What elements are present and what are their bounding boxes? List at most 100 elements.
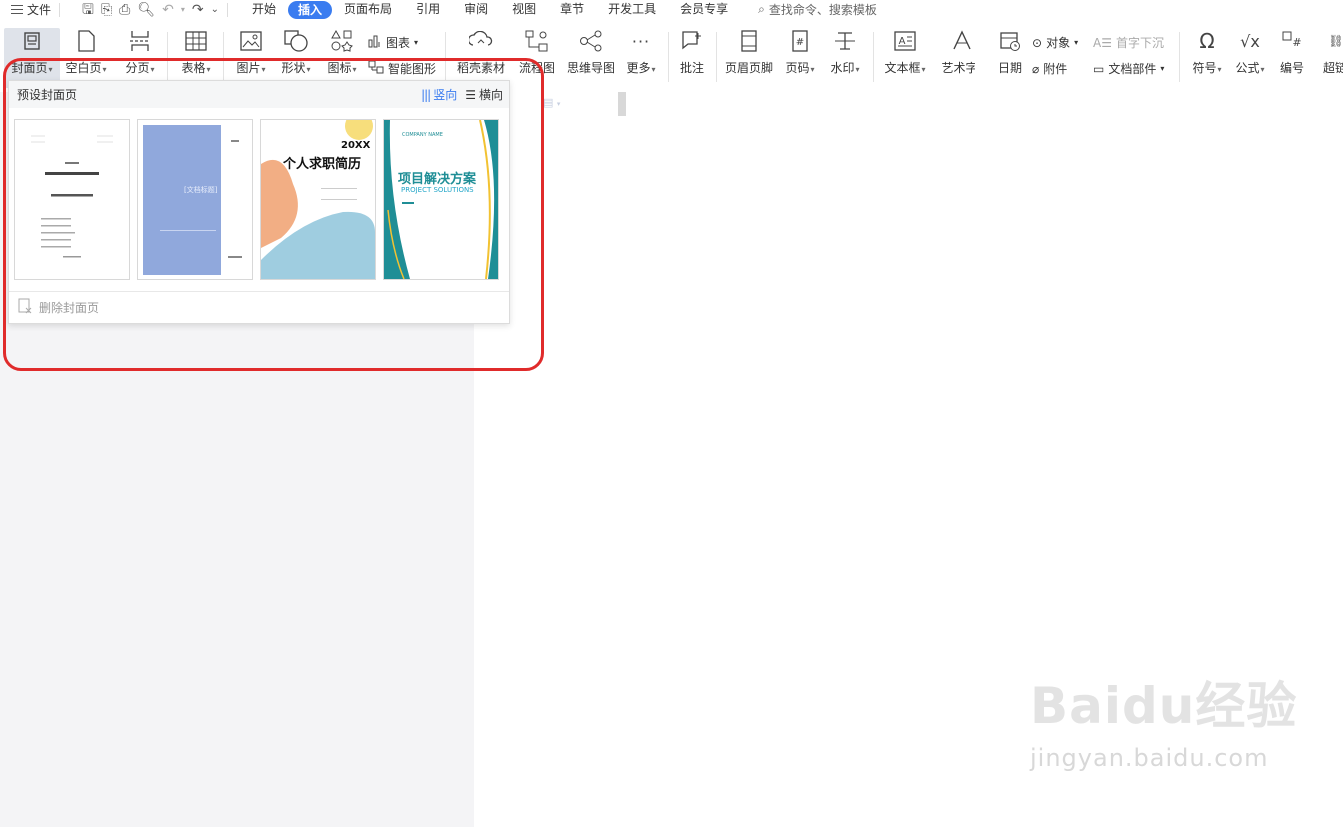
- link-icon: ⛓: [1328, 34, 1343, 48]
- delete-cover-label: 删除封面页: [39, 301, 100, 315]
- shape-label: 形状: [281, 61, 306, 75]
- print-icon[interactable]: ⎙: [119, 3, 130, 17]
- textbox-label: 文本框: [884, 61, 921, 75]
- header-footer-button[interactable]: 页眉页脚: [722, 28, 776, 76]
- document-parts-button[interactable]: ▭ 文档部件 ▾: [1093, 60, 1164, 77]
- numbering-icon: #: [1279, 28, 1305, 54]
- page-margin-marker: [618, 92, 626, 116]
- tab-section[interactable]: 章节: [548, 0, 596, 19]
- date-label: 日期: [997, 61, 1022, 75]
- portrait-option[interactable]: ||| 竖向: [421, 86, 457, 103]
- orientation-switch: ||| 竖向 ☰ 横向: [421, 86, 503, 103]
- daoke-material-button[interactable]: 稻壳素材: [455, 28, 507, 76]
- cover-page-dropdown: 预设封面页 ||| 竖向 ☰ 横向 [文档标题] 20XX 个人求职简历 COM…: [8, 80, 510, 324]
- comment-label: 批注: [679, 61, 704, 75]
- mindmap-label: 思维导图: [566, 61, 615, 75]
- watermark-button[interactable]: 水印▾: [826, 28, 864, 76]
- landscape-label: 横向: [478, 88, 503, 102]
- wordart-label: 艺术字: [941, 61, 978, 75]
- hyperlink-label: 超链: [1323, 61, 1343, 75]
- ribbon-continued: 日期 ⊙ 对象 ▾ ⌀ 附件 A☰ 首字下沉 ▭ 文档部件 ▾ Ω 符号▾ √x 公…: [975, 22, 1343, 92]
- tab-page-layout[interactable]: 页面布局: [332, 0, 404, 19]
- cover-template-project[interactable]: COMPANY NAME 项目解决方案 PROJECT SOLUTIONS: [383, 119, 499, 280]
- mindmap-button[interactable]: 思维导图: [565, 28, 617, 76]
- numbering-label: 编号: [1279, 61, 1304, 75]
- comment-button[interactable]: 批注: [676, 28, 708, 76]
- more-button[interactable]: ··· 更多▾: [623, 28, 659, 76]
- svg-text:#: #: [796, 37, 804, 48]
- numbering-button[interactable]: # 编号: [1277, 28, 1307, 76]
- tab-insert[interactable]: 插入: [288, 0, 333, 19]
- flowchart-button[interactable]: 流程图: [516, 28, 558, 76]
- ribbon-tabs: 开始 插入 页面布局 引用 审阅 视图 章节 开发工具 会员专享: [240, 0, 740, 19]
- customize-dropdown-icon[interactable]: ⌄: [211, 3, 219, 17]
- resume-year: 20XX: [341, 140, 371, 151]
- blank-page-label: 空白页: [65, 61, 102, 75]
- tab-home[interactable]: 开始: [240, 0, 288, 19]
- page-break-button[interactable]: 分页▾: [122, 28, 158, 76]
- shape-button[interactable]: 形状▾: [276, 28, 316, 76]
- smartart-label: 智能图形: [388, 62, 437, 76]
- file-menu[interactable]: 文件: [11, 1, 51, 18]
- paste-options-icon[interactable]: ▤ ▾: [543, 96, 560, 109]
- delete-cover-page-button[interactable]: 删除封面页: [9, 291, 509, 323]
- smartart-button[interactable]: 智能图形: [368, 60, 436, 77]
- portrait-label: 竖向: [433, 88, 458, 102]
- quick-access-toolbar: 🖫 ⎘ ⎙ 🔍︎ ↶ ▾ ↷ ⌄: [82, 3, 219, 17]
- tab-view[interactable]: 视图: [500, 0, 548, 19]
- page-number-icon: #: [787, 28, 813, 54]
- table-button[interactable]: 表格▾: [176, 28, 216, 76]
- symbol-button[interactable]: Ω 符号▾: [1187, 28, 1227, 76]
- project-cover-art: [384, 120, 498, 279]
- search-icon: ⌕: [758, 2, 765, 16]
- picture-button[interactable]: 图片▾: [231, 28, 271, 76]
- more-dots-icon: ···: [631, 31, 651, 51]
- tab-review[interactable]: 审阅: [452, 0, 500, 19]
- cover-template-blue[interactable]: [文档标题]: [137, 119, 253, 280]
- mindmap-icon: [578, 28, 604, 54]
- header-footer-icon: [736, 28, 762, 54]
- landscape-option[interactable]: ☰ 横向: [465, 86, 503, 103]
- cover-page-button[interactable]: 封面页▾: [4, 28, 60, 88]
- paperclip-icon: ⌀: [1032, 61, 1040, 76]
- textbox-button[interactable]: A 文本框▾: [882, 28, 928, 76]
- drop-cap-button[interactable]: A☰ 首字下沉: [1093, 34, 1164, 51]
- tab-developer[interactable]: 开发工具: [596, 0, 668, 19]
- undo-dropdown-icon[interactable]: ▾: [181, 3, 185, 17]
- cover-template-resume[interactable]: 20XX 个人求职简历: [260, 119, 376, 280]
- tab-references[interactable]: 引用: [404, 0, 452, 19]
- save-icon[interactable]: 🖫: [82, 3, 94, 17]
- watermark-url: jingyan.baidu.com: [1030, 744, 1269, 772]
- redo-icon[interactable]: ↷: [192, 3, 204, 17]
- command-search[interactable]: ⌕ 查找命令、搜索模板: [758, 1, 877, 18]
- drop-cap-icon: A☰: [1093, 35, 1112, 50]
- landscape-icon: ☰: [465, 87, 476, 102]
- attachment-button[interactable]: ⌀ 附件: [1032, 60, 1067, 77]
- bar-chart-icon: [368, 34, 382, 51]
- cover-template-thesis[interactable]: [14, 119, 130, 280]
- cover-page-icon: [19, 28, 45, 54]
- calendar-icon: [997, 28, 1023, 54]
- page-number-button[interactable]: # 页码▾: [782, 28, 818, 76]
- blank-page-icon: [73, 28, 99, 54]
- blue-cover-title: [文档标题]: [184, 186, 218, 194]
- symbol-label: 符号: [1192, 61, 1217, 75]
- icon-library-button[interactable]: 图标▾: [322, 28, 362, 76]
- project-title: 项目解决方案: [398, 172, 477, 187]
- divider: [445, 32, 446, 82]
- omega-icon: Ω: [1199, 29, 1215, 53]
- date-button[interactable]: 日期: [995, 28, 1025, 76]
- chart-button[interactable]: 图表 ▾: [368, 34, 418, 51]
- tab-member[interactable]: 会员专享: [668, 0, 740, 19]
- blank-page-button[interactable]: 空白页▾: [65, 28, 107, 76]
- formula-label: 公式: [1235, 61, 1260, 75]
- export-icon[interactable]: ⎘: [101, 3, 112, 17]
- hyperlink-button[interactable]: ⛓ 超链: [1323, 28, 1343, 76]
- flowchart-label: 流程图: [518, 61, 555, 75]
- formula-button[interactable]: √x 公式▾: [1230, 28, 1270, 76]
- cover-page-label: 封面页: [11, 61, 48, 75]
- object-button[interactable]: ⊙ 对象 ▾: [1032, 34, 1078, 51]
- undo-icon[interactable]: ↶: [162, 3, 174, 17]
- print-preview-icon[interactable]: 🔍︎: [137, 3, 155, 17]
- comment-icon: [679, 28, 705, 54]
